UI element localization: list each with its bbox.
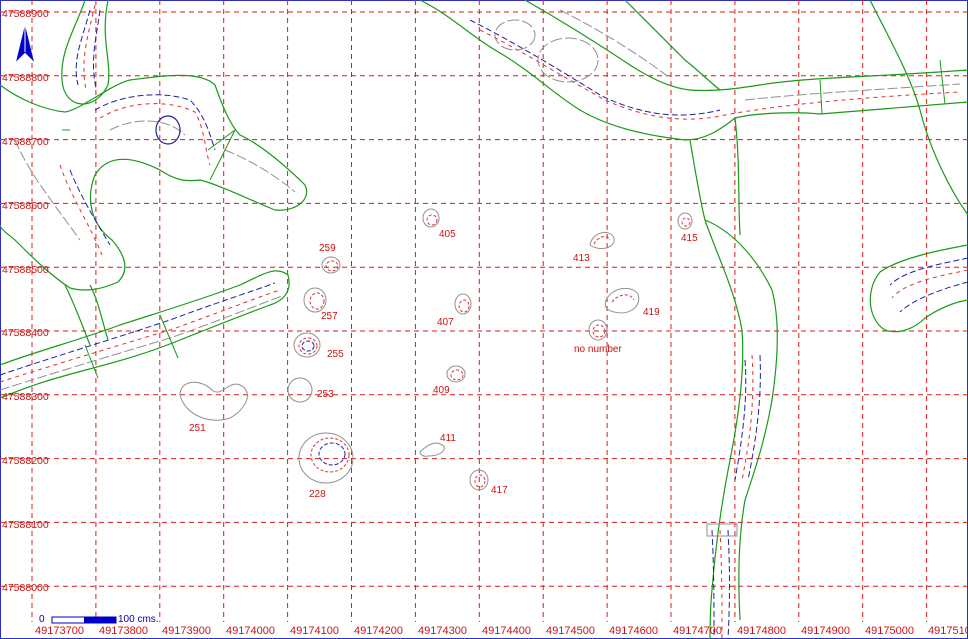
scale-bar: 0 100 cms. bbox=[39, 614, 159, 625]
y-label: 47588700 bbox=[2, 136, 49, 148]
x-label: 49174300 bbox=[418, 625, 467, 637]
x-label: 49174000 bbox=[226, 625, 275, 637]
x-label: 49175000 bbox=[865, 625, 914, 637]
x-label: 49173900 bbox=[162, 625, 211, 637]
y-axis-labels: 47588900 47588800 47588700 47588600 4758… bbox=[2, 8, 49, 594]
label-409: 409 bbox=[433, 385, 450, 396]
label-259: 259 bbox=[319, 243, 336, 254]
feature-255 bbox=[293, 332, 321, 358]
feature-407 bbox=[454, 293, 472, 315]
label-257: 257 bbox=[321, 311, 338, 322]
x-label: 49174400 bbox=[482, 625, 531, 637]
map-frame bbox=[0, 0, 968, 639]
label-228: 228 bbox=[309, 489, 326, 500]
north-arrow-icon bbox=[16, 26, 34, 62]
label-253: 253 bbox=[317, 389, 334, 400]
channel-lobe-upper-left bbox=[0, 74, 308, 291]
y-label: 47588900 bbox=[2, 8, 49, 20]
x-label: 49174700 bbox=[673, 625, 722, 637]
label-407: 407 bbox=[437, 317, 454, 328]
label-no-number: no number bbox=[574, 344, 622, 355]
channel-south bbox=[689, 117, 778, 639]
x-label: 49174100 bbox=[290, 625, 339, 637]
x-label: 49174500 bbox=[546, 625, 595, 637]
x-label: 49174600 bbox=[609, 625, 658, 637]
label-255: 255 bbox=[327, 349, 344, 360]
survey-map: 405 413 415 259 257 407 419 no number 25… bbox=[0, 0, 968, 639]
channel-top-left bbox=[61, 0, 110, 105]
x-label: 49173700 bbox=[35, 625, 84, 637]
y-label: 47588200 bbox=[2, 455, 49, 467]
y-label: 47588000 bbox=[2, 582, 49, 594]
feature-no-number bbox=[588, 319, 608, 341]
channel-north-east bbox=[869, 0, 968, 216]
label-417: 417 bbox=[491, 485, 508, 496]
scale-end-label: 100 cms. bbox=[118, 614, 159, 625]
feature-253 bbox=[287, 377, 313, 403]
feature-251 bbox=[179, 381, 248, 421]
channel-east-lobe bbox=[869, 244, 968, 333]
feature-259 bbox=[321, 256, 341, 274]
y-label: 47588800 bbox=[2, 72, 49, 84]
y-label: 47588100 bbox=[2, 519, 49, 531]
feature-409 bbox=[446, 365, 466, 383]
label-251: 251 bbox=[189, 423, 206, 434]
label-415: 415 bbox=[681, 233, 698, 244]
label-419: 419 bbox=[643, 307, 660, 318]
scale-bar-fill bbox=[84, 617, 116, 623]
y-label: 47588400 bbox=[2, 327, 49, 339]
x-axis-labels: 49173700 49173800 49173900 49174000 4917… bbox=[35, 625, 968, 637]
feature-labels: 405 413 415 259 257 407 419 no number 25… bbox=[189, 229, 698, 500]
x-label: 49174900 bbox=[801, 625, 850, 637]
channel-upper bbox=[419, 0, 968, 141]
feature-257 bbox=[303, 287, 327, 313]
x-label: 4917510 bbox=[928, 625, 968, 637]
feature-413 bbox=[589, 231, 615, 249]
feature-419 bbox=[604, 287, 640, 314]
y-label: 47588600 bbox=[2, 200, 49, 212]
channel-network bbox=[0, 0, 968, 639]
y-label: 47588300 bbox=[2, 391, 49, 403]
x-label: 49173800 bbox=[99, 625, 148, 637]
feature-228 bbox=[298, 432, 354, 484]
feature-405 bbox=[422, 208, 440, 228]
label-413: 413 bbox=[573, 253, 590, 264]
label-405: 405 bbox=[439, 229, 456, 240]
label-411: 411 bbox=[440, 433, 456, 444]
feature-411 bbox=[419, 442, 445, 457]
x-label: 49174200 bbox=[354, 625, 403, 637]
feature-415 bbox=[677, 212, 693, 230]
map-canvas: 405 413 415 259 257 407 419 no number 25… bbox=[0, 0, 968, 639]
scale-start-label: 0 bbox=[39, 614, 45, 625]
x-label: 49174800 bbox=[737, 625, 786, 637]
y-label: 47588500 bbox=[2, 264, 49, 276]
